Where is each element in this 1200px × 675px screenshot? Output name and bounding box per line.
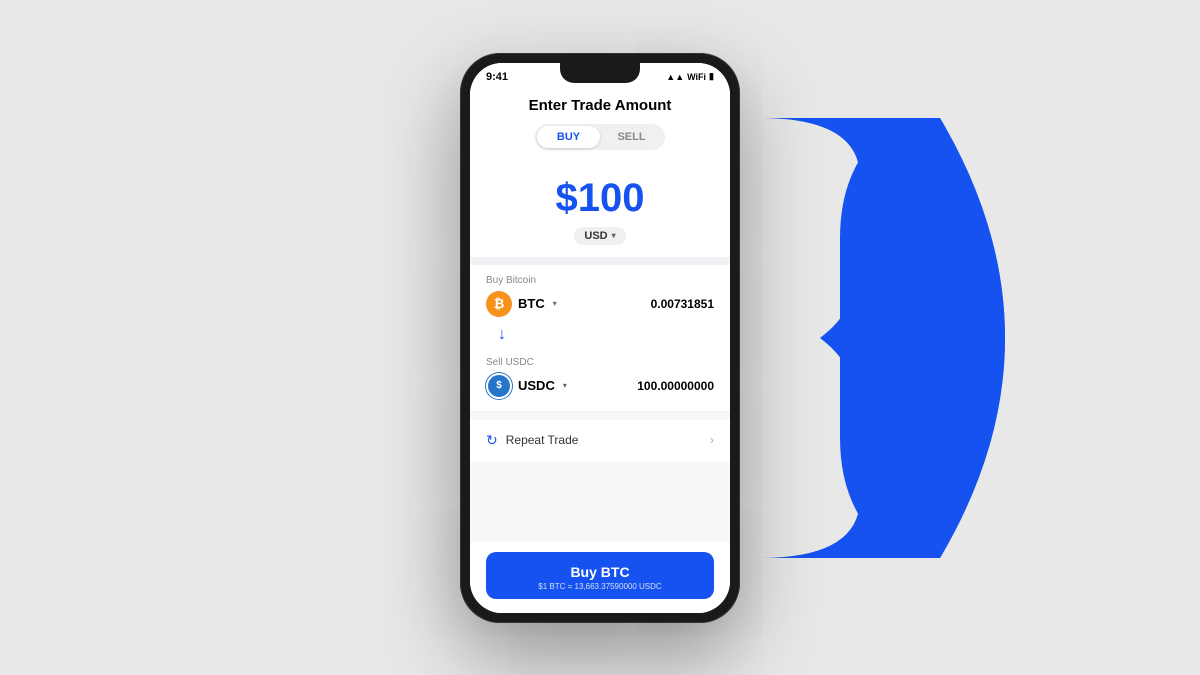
background-arrow (740, 98, 1080, 578)
usdc-symbol: $ (496, 380, 502, 391)
status-icons: ▲▲ WiFi ▮ (666, 71, 714, 82)
usdc-name: USDC (518, 378, 555, 393)
header: Enter Trade Amount BUY SELL (470, 87, 730, 162)
btc-icon: ₿ (486, 291, 512, 317)
section-divider (470, 257, 730, 265)
btc-name: BTC (518, 296, 545, 311)
phone-screen: 9:41 ▲▲ WiFi ▮ Enter Trade Amount BUY SE… (470, 63, 730, 613)
sell-section: Sell USDC $ USDC ▾ 100.00000000 (486, 351, 714, 399)
buy-button-container: Buy BTC $1 BTC = 13,663.37590000 USDC (470, 542, 730, 613)
btc-amount: 0.00731851 (651, 297, 714, 311)
buy-btc-button[interactable]: Buy BTC $1 BTC = 13,663.37590000 USDC (486, 552, 714, 599)
signal-icon: ▲▲ (666, 72, 684, 82)
amount-section: $100 USD ▾ (470, 162, 730, 257)
repeat-trade-section[interactable]: ↻ Repeat Trade › (470, 420, 730, 461)
btc-chevron-icon: ▾ (553, 299, 557, 308)
arrow-down-icon: ↓ (498, 326, 506, 344)
trade-amount: $100 (486, 178, 714, 218)
buy-btn-title: Buy BTC (570, 564, 629, 580)
usdc-icon: $ (486, 373, 512, 399)
bottom-divider (470, 411, 730, 412)
trade-details: Buy Bitcoin ₿ BTC ▾ 0.00731851 (470, 265, 730, 411)
buy-toggle-button[interactable]: BUY (537, 126, 600, 148)
sell-label: Sell USDC (486, 357, 714, 368)
phone-mockup: 9:41 ▲▲ WiFi ▮ Enter Trade Amount BUY SE… (460, 53, 740, 623)
usdc-coin-info: $ USDC ▾ (486, 373, 567, 399)
currency-selector[interactable]: USD ▾ (574, 227, 625, 245)
sell-toggle-button[interactable]: SELL (600, 126, 663, 148)
page-title: Enter Trade Amount (486, 97, 714, 114)
currency-chevron-icon: ▾ (612, 231, 616, 240)
phone-notch (560, 63, 640, 83)
repeat-trade-label: Repeat Trade (506, 433, 579, 447)
phone-frame: 9:41 ▲▲ WiFi ▮ Enter Trade Amount BUY SE… (460, 53, 740, 623)
screen-content: Enter Trade Amount BUY SELL $100 USD ▾ (470, 87, 730, 613)
buy-sell-toggle: BUY SELL (535, 124, 665, 150)
sell-trade-row: $ USDC ▾ 100.00000000 (486, 373, 714, 399)
usdc-chevron-icon: ▾ (563, 381, 567, 390)
repeat-trade-left: ↻ Repeat Trade (486, 432, 578, 449)
repeat-icon: ↻ (486, 432, 498, 449)
usdc-amount: 100.00000000 (637, 379, 714, 393)
buy-btn-subtitle: $1 BTC = 13,663.37590000 USDC (538, 582, 661, 591)
status-time: 9:41 (486, 71, 508, 83)
battery-icon: ▮ (709, 71, 714, 82)
swap-arrow-icon[interactable]: ↓ (494, 325, 510, 345)
btc-symbol: ₿ (494, 296, 505, 311)
btc-coin-info: ₿ BTC ▾ (486, 291, 557, 317)
buy-trade-row: ₿ BTC ▾ 0.00731851 (486, 291, 714, 317)
buy-label: Buy Bitcoin (486, 275, 714, 286)
currency-label: USD (584, 230, 607, 242)
swap-arrow-container: ↓ (486, 319, 714, 351)
repeat-chevron-icon: › (710, 433, 714, 447)
wifi-icon: WiFi (687, 72, 706, 82)
